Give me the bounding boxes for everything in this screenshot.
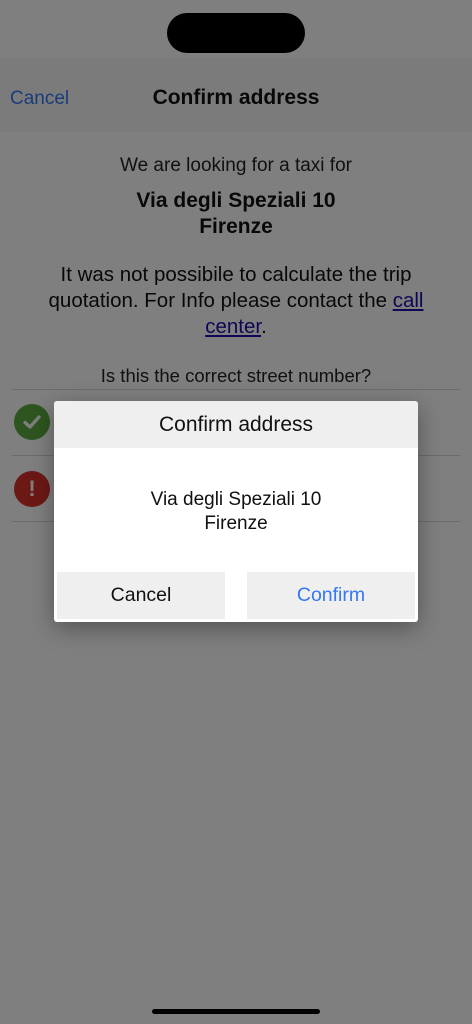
dialog-confirm-button[interactable]: Confirm	[247, 572, 415, 619]
dialog-title: Confirm address	[158, 413, 314, 436]
dialog-address-street: Via degli Speziali 10	[150, 489, 322, 510]
confirm-address-dialog: Confirm address Via degli Speziali 10 Fi…	[54, 401, 418, 622]
dialog-cancel-button[interactable]: Cancel	[57, 572, 225, 619]
dialog-address-city: Firenze	[204, 513, 268, 534]
